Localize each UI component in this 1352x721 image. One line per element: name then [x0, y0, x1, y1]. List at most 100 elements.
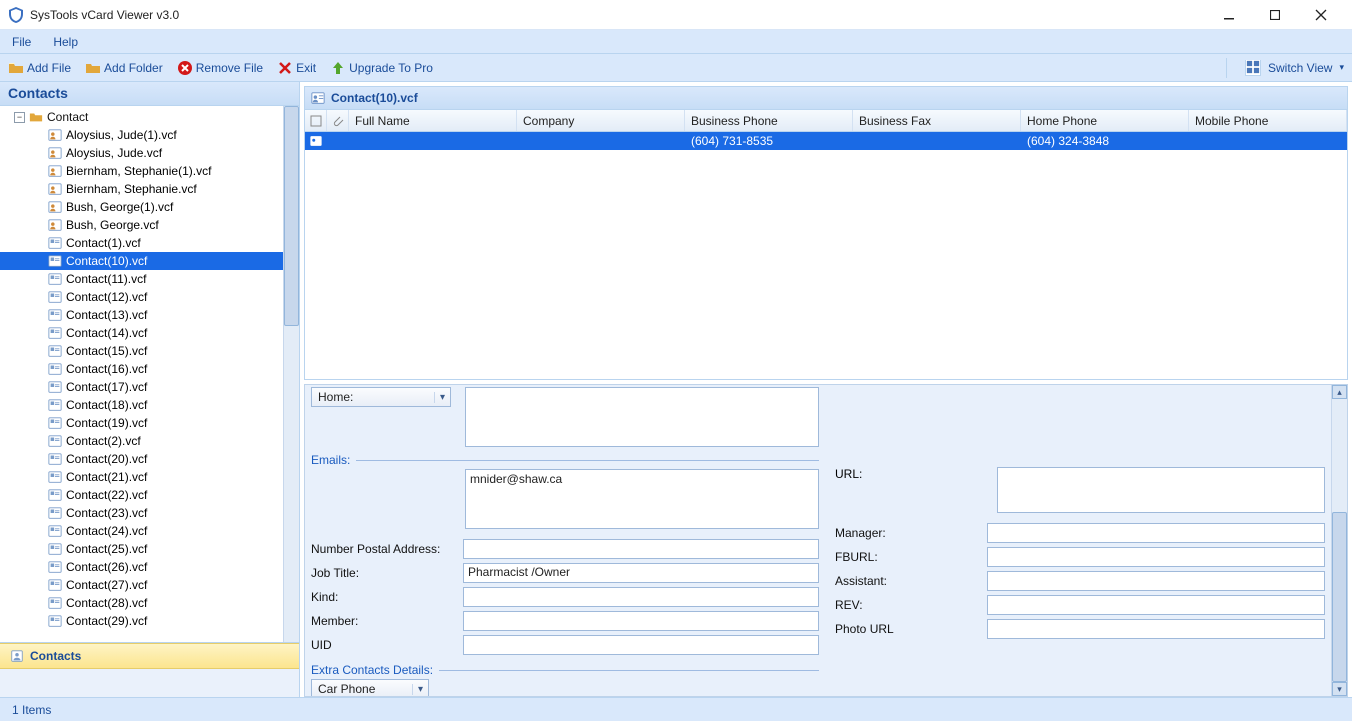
switch-view-label: Switch View: [1268, 61, 1332, 75]
file-tree[interactable]: −ContactAloysius, Jude(1).vcfAloysius, J…: [0, 106, 283, 642]
tree-file[interactable]: Contact(17).vcf: [0, 378, 283, 396]
npa-field[interactable]: [463, 539, 819, 559]
assistant-field[interactable]: [987, 571, 1325, 591]
tree-file[interactable]: Contact(23).vcf: [0, 504, 283, 522]
tree-file[interactable]: Contact(16).vcf: [0, 360, 283, 378]
tree-file[interactable]: Contact(18).vcf: [0, 396, 283, 414]
sidebar-scrollbar[interactable]: [283, 106, 299, 642]
card-icon: [48, 596, 62, 610]
extra-type-select[interactable]: Car Phone ▾: [311, 679, 429, 696]
tree-file-label: Contact(1).vcf: [66, 236, 141, 250]
grid-col-company[interactable]: Company: [517, 110, 685, 131]
tree-file[interactable]: Bush, George(1).vcf: [0, 198, 283, 216]
scroll-up-icon[interactable]: ▴: [1332, 385, 1347, 399]
cell-hphone: (604) 324-3848: [1021, 134, 1189, 148]
address-type-value: Home:: [318, 390, 353, 404]
grid-col-attach[interactable]: [327, 110, 349, 131]
card-icon: [48, 614, 62, 628]
contacts-grid: Full Name Company Business Phone Busines…: [304, 110, 1348, 380]
grid-col-type[interactable]: [305, 110, 327, 131]
collapse-icon[interactable]: −: [14, 112, 25, 123]
grid-col-bphone[interactable]: Business Phone: [685, 110, 853, 131]
uid-field[interactable]: [463, 635, 819, 655]
menu-file[interactable]: File: [12, 35, 31, 49]
tree-file-label: Contact(21).vcf: [66, 470, 147, 484]
tree-file[interactable]: Contact(2).vcf: [0, 432, 283, 450]
sidebar-title: Contacts: [0, 82, 299, 106]
grid-col-mphone[interactable]: Mobile Phone: [1189, 110, 1347, 131]
tree-file[interactable]: Contact(13).vcf: [0, 306, 283, 324]
extra-label: Extra Contacts Details:: [311, 663, 433, 677]
switch-view-button[interactable]: Switch View ▾: [1241, 60, 1344, 76]
kind-field[interactable]: [463, 587, 819, 607]
tree-root[interactable]: −Contact: [0, 108, 283, 126]
tree-file[interactable]: Contact(14).vcf: [0, 324, 283, 342]
emails-textarea[interactable]: mnider@shaw.ca: [465, 469, 819, 529]
url-textarea[interactable]: [997, 467, 1325, 513]
menu-help[interactable]: Help: [53, 35, 78, 49]
exit-button[interactable]: Exit: [277, 60, 316, 76]
extra-field[interactable]: [443, 679, 819, 696]
tree-file[interactable]: Contact(15).vcf: [0, 342, 283, 360]
tree-file[interactable]: Biernham, Stephanie(1).vcf: [0, 162, 283, 180]
grid-col-bfax[interactable]: Business Fax: [853, 110, 1021, 131]
tree-file[interactable]: Aloysius, Jude(1).vcf: [0, 126, 283, 144]
tree-file[interactable]: Contact(19).vcf: [0, 414, 283, 432]
tree-file[interactable]: Contact(11).vcf: [0, 270, 283, 288]
remove-file-button[interactable]: Remove File: [177, 60, 263, 76]
close-button[interactable]: [1298, 0, 1344, 30]
sidebar-contacts-button[interactable]: Contacts: [0, 643, 299, 669]
tree-file[interactable]: Contact(21).vcf: [0, 468, 283, 486]
tree-file-label: Contact(15).vcf: [66, 344, 147, 358]
fburl-field[interactable]: [987, 547, 1325, 567]
tree-file[interactable]: Contact(12).vcf: [0, 288, 283, 306]
tree-file[interactable]: Bush, George.vcf: [0, 216, 283, 234]
person-icon: [48, 182, 62, 196]
tree-file[interactable]: Contact(28).vcf: [0, 594, 283, 612]
tree-file[interactable]: Contact(10).vcf: [0, 252, 283, 270]
details-scrollbar[interactable]: ▴ ▾: [1331, 385, 1347, 696]
tree-file[interactable]: Contact(1).vcf: [0, 234, 283, 252]
card-icon: [48, 542, 62, 556]
photo-field[interactable]: [987, 619, 1325, 639]
cell-bphone: (604) 731-8535: [685, 134, 853, 148]
rev-field[interactable]: [987, 595, 1325, 615]
card-icon: [48, 308, 62, 322]
address-textarea[interactable]: [465, 387, 819, 447]
tree-file[interactable]: Aloysius, Jude.vcf: [0, 144, 283, 162]
upgrade-button[interactable]: Upgrade To Pro: [330, 60, 433, 76]
job-field[interactable]: Pharmacist /Owner: [463, 563, 819, 583]
tree-file[interactable]: Contact(29).vcf: [0, 612, 283, 630]
contact-card-icon: [311, 91, 325, 105]
address-type-select[interactable]: Home: ▾: [311, 387, 451, 407]
content-header: Contact(10).vcf: [304, 86, 1348, 110]
tree-file-label: Contact(26).vcf: [66, 560, 147, 574]
tree-file[interactable]: Contact(20).vcf: [0, 450, 283, 468]
card-icon: [48, 344, 62, 358]
add-folder-button[interactable]: Add Folder: [85, 60, 163, 76]
tree-file[interactable]: Contact(22).vcf: [0, 486, 283, 504]
grid-col-fullname[interactable]: Full Name: [349, 110, 517, 131]
person-icon: [48, 128, 62, 142]
add-file-button[interactable]: Add File: [8, 60, 71, 76]
card-icon: [48, 470, 62, 484]
tree-file[interactable]: Contact(24).vcf: [0, 522, 283, 540]
card-icon: [48, 452, 62, 466]
tree-file[interactable]: Contact(26).vcf: [0, 558, 283, 576]
emails-section: Emails:: [311, 453, 819, 467]
maximize-button[interactable]: [1252, 0, 1298, 30]
tree-file[interactable]: Contact(25).vcf: [0, 540, 283, 558]
scroll-down-icon[interactable]: ▾: [1332, 682, 1347, 696]
grid-col-hphone[interactable]: Home Phone: [1021, 110, 1189, 131]
member-field[interactable]: [463, 611, 819, 631]
tree-file[interactable]: Biernham, Stephanie.vcf: [0, 180, 283, 198]
tree-file[interactable]: Contact(27).vcf: [0, 576, 283, 594]
tree-file-label: Contact(23).vcf: [66, 506, 147, 520]
manager-field[interactable]: [987, 523, 1325, 543]
card-icon: [48, 254, 62, 268]
grid-row[interactable]: (604) 731-8535 (604) 324-3848: [305, 132, 1347, 150]
minimize-button[interactable]: [1206, 0, 1252, 30]
person-icon: [48, 164, 62, 178]
remove-icon: [177, 60, 193, 76]
tree-file-label: Biernham, Stephanie.vcf: [66, 182, 197, 196]
